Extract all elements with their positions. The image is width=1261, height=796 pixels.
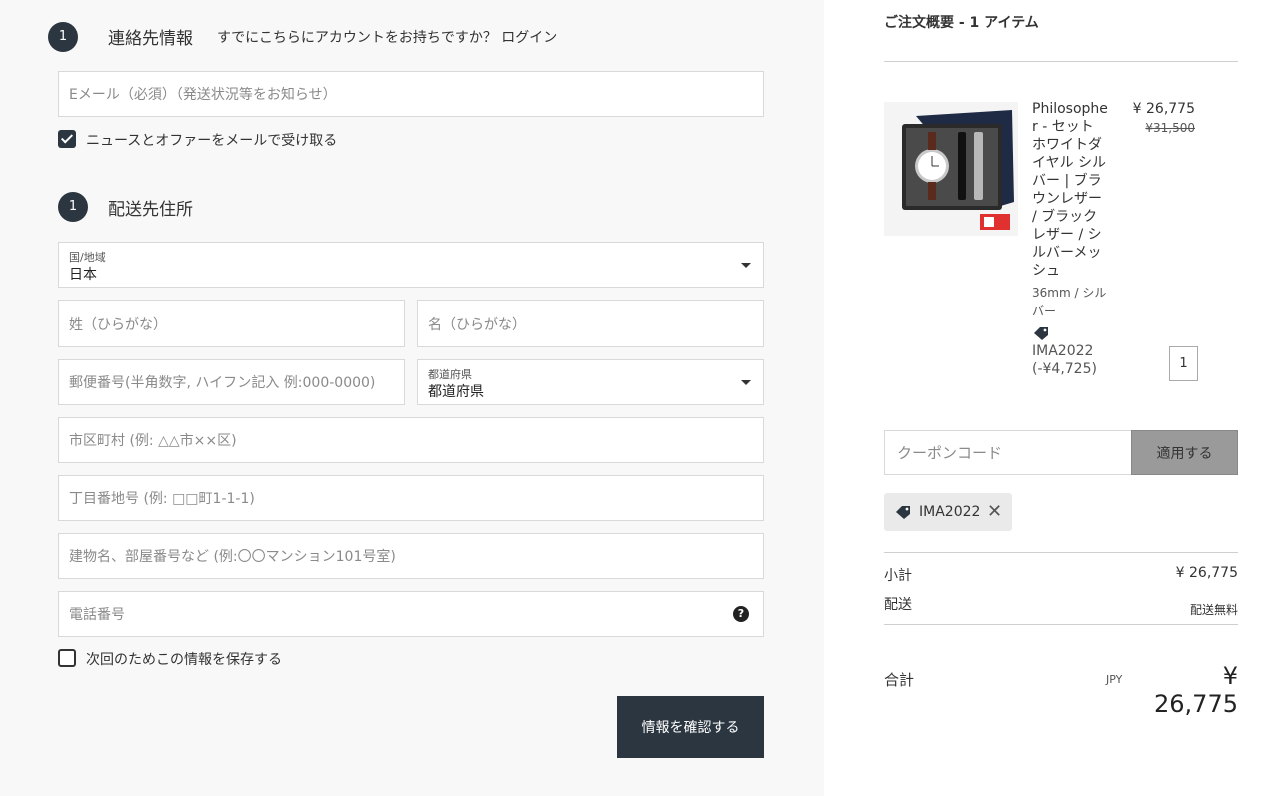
postal-code-placeholder: 郵便番号(半角数字, ハイフン記入 例:000-0000) xyxy=(69,375,376,391)
shipping-section-title: 配送先住所 xyxy=(108,200,193,220)
product-original-price: ¥31,500 xyxy=(1145,121,1195,135)
confirm-info-button[interactable]: 情報を確認する xyxy=(617,696,764,758)
shipping-label: 配送 xyxy=(884,597,912,613)
product-price: ¥ 26,775 xyxy=(1132,101,1195,117)
country-select[interactable]: 国/地域 日本 xyxy=(58,242,764,288)
contact-section-title: 連絡先情報 xyxy=(108,29,193,49)
newsletter-checkbox[interactable] xyxy=(58,130,76,148)
country-value: 日本 xyxy=(69,267,97,283)
coupon-input[interactable]: クーポンコード xyxy=(884,430,1132,475)
contact-step-badge: 1 xyxy=(48,22,78,52)
divider xyxy=(884,624,1238,625)
address1-input[interactable]: 丁目番地号 (例: □□町1-1-1) xyxy=(58,475,764,521)
login-link[interactable]: すでにこちらにアカウントをお持ちですか？ ログイン xyxy=(217,27,557,47)
first-name-input[interactable]: 名（ひらがな） xyxy=(417,300,764,347)
address1-placeholder: 丁目番地号 (例: □□町1-1-1) xyxy=(69,491,255,507)
coupon-placeholder: クーポンコード xyxy=(897,444,1003,462)
product-name: Philosopher - セット ホワイトダイヤル シルバー | ブラウンレザ… xyxy=(1032,101,1108,279)
product-variant: 36mm / シルバー xyxy=(1032,286,1107,318)
prefecture-value: 都道府県 xyxy=(428,384,484,400)
currency-code: JPY xyxy=(1106,673,1123,686)
country-label: 国/地域 xyxy=(69,251,106,264)
save-info-checkbox[interactable] xyxy=(58,649,76,667)
address2-placeholder: 建物名、部屋番号など (例:〇〇マンション101号室) xyxy=(69,549,396,565)
shipping-value: 配送無料 xyxy=(1189,603,1238,617)
product-image xyxy=(884,102,1018,236)
discount-amount: (-¥4,725) xyxy=(1032,361,1097,377)
first-name-placeholder: 名（ひらがな） xyxy=(428,316,526,333)
applied-coupon-chip: IMA2022 ✕ xyxy=(884,493,1012,531)
quantity-badge[interactable]: 1 xyxy=(1169,346,1198,381)
phone-placeholder: 電話番号 xyxy=(69,607,125,623)
help-icon[interactable]: ? xyxy=(733,606,749,622)
total-label: 合計 xyxy=(884,671,915,689)
save-info-label: 次回のためこの情報を保存する xyxy=(86,652,282,668)
phone-input[interactable]: 電話番号 ? xyxy=(58,591,764,637)
prefecture-label: 都道府県 xyxy=(428,368,472,381)
newsletter-label: ニュースとオファーをメールで受け取る xyxy=(86,133,338,149)
chevron-down-icon xyxy=(741,263,751,268)
tag-icon xyxy=(1034,327,1048,340)
email-placeholder: Eメール（必須）（発送状況等をお知らせ） xyxy=(69,87,337,103)
checkout-form-panel: 1 連絡先情報 すでにこちらにアカウントをお持ちですか？ ログイン Eメール（必… xyxy=(0,0,824,796)
postal-code-input[interactable]: 郵便番号(半角数字, ハイフン記入 例:000-0000) xyxy=(58,359,405,405)
tag-icon xyxy=(896,506,910,519)
last-name-input[interactable]: 姓（ひらがな） xyxy=(58,300,405,347)
close-icon[interactable]: ✕ xyxy=(987,493,1002,531)
email-input[interactable]: Eメール（必須）（発送状況等をお知らせ） xyxy=(58,71,764,117)
city-input[interactable]: 市区町村 (例: △△市××区) xyxy=(58,417,764,463)
divider xyxy=(884,61,1238,62)
shipping-step-badge: 1 xyxy=(58,192,88,222)
order-summary-title: ご注文概要 - 1 アイテム xyxy=(884,15,1039,31)
discount-info: IMA2022 (-¥4,725) xyxy=(1032,342,1097,378)
apply-coupon-button[interactable]: 適用する xyxy=(1131,430,1238,475)
applied-coupon-code: IMA2022 xyxy=(919,504,981,520)
subtotal-label: 小計 xyxy=(884,568,912,584)
order-summary-panel: ご注文概要 - 1 アイテム Philosopher - セット ホワイトダイヤ… xyxy=(824,0,1261,796)
discount-code: IMA2022 xyxy=(1032,343,1094,359)
city-placeholder: 市区町村 (例: △△市××区) xyxy=(69,433,237,449)
prefecture-select[interactable]: 都道府県 都道府県 xyxy=(417,359,764,405)
address2-input[interactable]: 建物名、部屋番号など (例:〇〇マンション101号室) xyxy=(58,533,764,579)
total-value: ¥ 26,775 xyxy=(1154,662,1238,718)
watch-set-image xyxy=(884,102,1018,236)
last-name-placeholder: 姓（ひらがな） xyxy=(69,316,167,333)
divider xyxy=(884,552,1238,553)
subtotal-value: ¥ 26,775 xyxy=(1175,565,1238,581)
chevron-down-icon xyxy=(741,380,751,385)
